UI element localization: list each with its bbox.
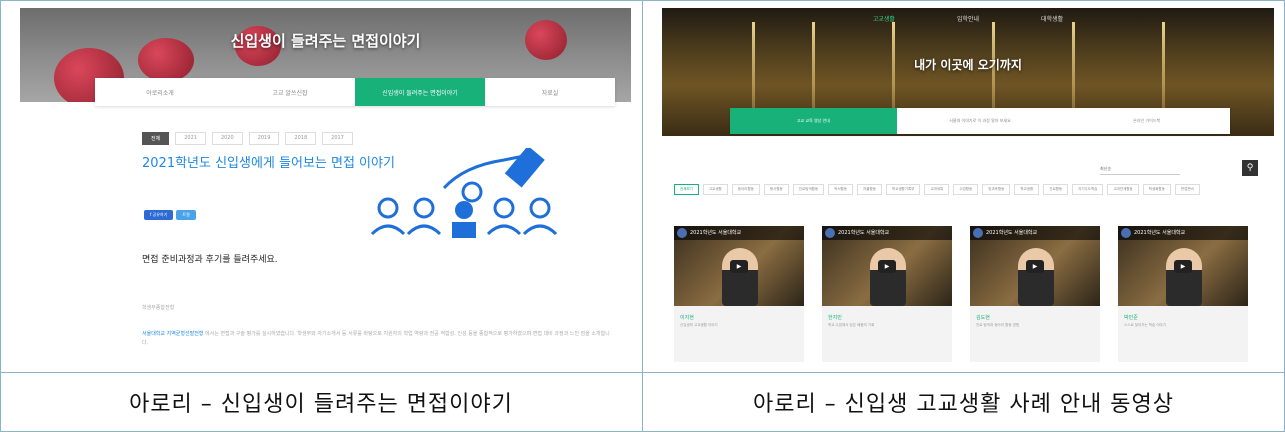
- filter-chip[interactable]: 동아리활동: [731, 184, 760, 195]
- article-subtitle: 면접 준비과정과 후기를 들려주세요.: [142, 255, 278, 265]
- search-button[interactable]: ⚲: [1242, 160, 1258, 176]
- video-title: 2021학년도 서울대학교: [1134, 230, 1186, 236]
- filter-chip[interactable]: 교과세특: [924, 184, 950, 195]
- student-portrait: [870, 248, 906, 306]
- video-thumbnail[interactable]: 2021학년도 서울대학교 ▶: [1118, 226, 1248, 306]
- year-chip[interactable]: 2018: [285, 132, 317, 145]
- filter-chip[interactable]: 진로활동: [1043, 184, 1069, 195]
- student-name: 한지민: [828, 315, 842, 321]
- video-description: 신입생의 고교생활 이야기: [680, 323, 718, 327]
- student-name: 김도현: [976, 315, 990, 321]
- tab-highschool[interactable]: 고교 알쓰신잡: [225, 78, 355, 106]
- article-heading: 2021학년도 신입생에게 들어보는 면접 이야기: [142, 156, 395, 171]
- top-nav: 고교생활 입학안내 대학생활: [662, 14, 1274, 23]
- tab-guidebook[interactable]: 온라인 가이드북: [1063, 108, 1230, 134]
- video-title: 2021학년도 서울대학교: [986, 230, 1038, 236]
- video-card[interactable]: 2021학년도 서울대학교 ▶ 박민준스스로 찾아가는 학습 이야기: [1118, 226, 1248, 362]
- channel-logo-icon: [1121, 228, 1131, 238]
- video-description: 학교 수업에서 얻은 배움의 기회: [828, 323, 875, 327]
- caption-left: 아로리 – 신입생이 들려주는 면접이야기: [129, 392, 513, 417]
- video-title: 2021학년도 서울대학교: [838, 230, 890, 236]
- article-paragraph: 서울대학교 지역균형선발전형 에서는 면접과 구술 평가를 실시하였습니다. 학…: [142, 330, 612, 348]
- category-filters: 전체보기 고교생활 동아리활동 봉사활동 진로탐색활동 독서활동 자율활동 학교생활기록부 교과…: [674, 184, 1254, 195]
- video-description: 스스로 찾아가는 학습 이야기: [1124, 323, 1166, 327]
- video-card-list: 2021학년도 서울대학교 ▶ 이지현 신입생의 고교생활 이야기 2021학년도 서울…: [674, 226, 1254, 362]
- video-card[interactable]: 2021학년도 서울대학교 ▶ 한지민학교 수업에서 얻은 배움의 기회: [822, 226, 952, 362]
- video-description: 진로 탐색과 동아리 활동 경험: [976, 323, 1020, 327]
- column-divider: [642, 0, 643, 432]
- caption-right: 아로리 – 신입생 고교생활 사례 안내 동영상: [752, 392, 1175, 417]
- year-chip[interactable]: 2021: [175, 132, 206, 145]
- filter-chip[interactable]: 교과연계활동: [1107, 184, 1139, 195]
- student-portrait: [722, 248, 758, 306]
- channel-logo-icon: [677, 228, 687, 238]
- year-chip[interactable]: 2020: [211, 132, 243, 145]
- tab-interview-stories[interactable]: 신입생이 들려주는 면접이야기: [355, 78, 485, 106]
- video-card[interactable]: 2021학년도 서울대학교 ▶ 이지현신입생의 고교생활 이야기: [674, 226, 804, 362]
- filter-chip[interactable]: 전체보기: [674, 184, 699, 195]
- year-chip-all[interactable]: 전체: [142, 132, 170, 145]
- student-portrait: [1018, 248, 1054, 306]
- filter-chip[interactable]: 고교생활: [702, 184, 728, 195]
- twitter-share-button[interactable]: 트윗: [176, 210, 196, 220]
- tab-video-guide[interactable]: 고교 교육 영상 안내: [730, 108, 897, 134]
- section-tabs: 고교 교육 영상 안내 서울대 이야기로 이 과정 알아 보세요 온라인 가이드…: [730, 108, 1230, 134]
- play-icon[interactable]: ▶: [1026, 260, 1044, 273]
- nav-item-campus[interactable]: 대학생활: [1041, 14, 1063, 23]
- video-thumbnail[interactable]: 2021학년도 서울대학교 ▶: [674, 226, 804, 306]
- filter-chip[interactable]: 학교생활기록부: [885, 184, 921, 195]
- interview-page-screenshot: 신입생이 들려주는 면접이야기 아로리소개 고교 알쓰신잡 신입생이 들려주는 …: [20, 8, 631, 366]
- paragraph-highlight: 서울대학교 지역균형선발전형: [142, 331, 204, 337]
- filter-chip[interactable]: 봉사활동: [763, 184, 789, 195]
- hero-title: 신입생이 들려주는 면접이야기: [230, 32, 421, 50]
- student-portrait: [1166, 248, 1202, 306]
- tab-intro[interactable]: 아로리소개: [95, 78, 225, 106]
- video-thumbnail[interactable]: 2021학년도 서울대학교 ▶: [970, 226, 1100, 306]
- filter-chip[interactable]: 수업활동: [953, 184, 979, 195]
- tab-resources[interactable]: 자료실: [485, 78, 615, 106]
- play-icon[interactable]: ▶: [878, 260, 896, 273]
- year-chip[interactable]: 2019: [248, 132, 280, 145]
- filter-chip[interactable]: 학교생활: [1014, 184, 1040, 195]
- section-label: 학생부종합전형: [142, 305, 175, 311]
- channel-logo-icon: [973, 228, 983, 238]
- filter-chip[interactable]: 면접준비: [1174, 184, 1200, 195]
- share-buttons: f 공유하기 트윗: [144, 210, 196, 220]
- nav-item-highschool[interactable]: 고교생활: [873, 14, 895, 23]
- tab-stories[interactable]: 서울대 이야기로 이 과정 알아 보세요: [897, 108, 1064, 134]
- video-page-screenshot: 고교생활 입학안내 대학생활 내가 이곳에 오기까지 고교 교육 영상 안내 서…: [662, 8, 1274, 366]
- sort-select[interactable]: 최신순: [1100, 166, 1180, 175]
- filter-chip[interactable]: 진로탐색활동: [792, 184, 825, 195]
- channel-logo-icon: [825, 228, 835, 238]
- hero-title: 내가 이곳에 오기까지: [914, 58, 1022, 72]
- year-filter: 전체 2021 2020 2019 2018 2017: [142, 132, 353, 145]
- video-thumbnail[interactable]: 2021학년도 서울대학교 ▶: [822, 226, 952, 306]
- filter-chip[interactable]: 자기주도학습: [1072, 184, 1104, 195]
- filter-chip[interactable]: 자율활동: [857, 184, 882, 195]
- student-name: 박민준: [1124, 315, 1138, 321]
- facebook-share-button[interactable]: f 공유하기: [144, 210, 174, 220]
- video-title: 2021학년도 서울대학교: [690, 230, 742, 236]
- nav-item-admission[interactable]: 입학안내: [957, 14, 979, 23]
- video-card[interactable]: 2021학년도 서울대학교 ▶ 김도현진로 탐색과 동아리 활동 경험: [970, 226, 1100, 362]
- interview-illustration: [370, 148, 558, 238]
- year-chip[interactable]: 2017: [322, 132, 353, 145]
- paragraph-text: 에서는 면접과 구술 평가를 실시하였습니다. 학생부와 자기소개서 등 서류를…: [142, 331, 610, 346]
- play-icon[interactable]: ▶: [1174, 260, 1192, 273]
- play-icon[interactable]: ▶: [730, 260, 748, 273]
- filter-chip[interactable]: 독서활동: [828, 184, 853, 195]
- filter-chip[interactable]: 방과후활동: [982, 184, 1011, 195]
- search-icon: ⚲: [1246, 163, 1254, 173]
- filter-chip[interactable]: 학생회활동: [1142, 184, 1171, 195]
- student-name: 이지현: [680, 315, 694, 321]
- section-tabs: 아로리소개 고교 알쓰신잡 신입생이 들려주는 면접이야기 자료실: [95, 78, 615, 106]
